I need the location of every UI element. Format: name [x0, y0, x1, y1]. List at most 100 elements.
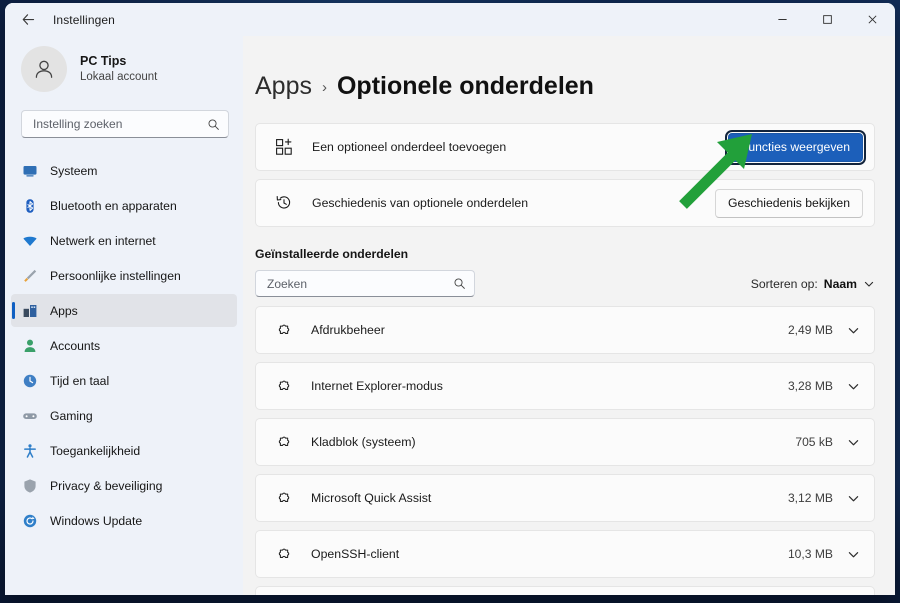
chevron-down-icon[interactable]	[847, 380, 860, 393]
account-name: PC Tips	[80, 53, 127, 68]
feature-name: Afdrukbeheer	[311, 323, 385, 337]
main-content: Apps › Optionele onderdelen Een optionee…	[243, 36, 895, 595]
add-component-icon	[273, 138, 295, 156]
puzzle-piece-icon	[273, 546, 293, 563]
sidebar-item-bluetooth-en-apparaten[interactable]: Bluetooth en apparaten	[11, 189, 237, 222]
settings-search[interactable]	[21, 110, 229, 138]
chevron-down-icon[interactable]	[847, 436, 860, 449]
list-item[interactable]: Afdrukbeheer 2,49 MB	[255, 306, 875, 354]
list-toolbar: Sorteren op: Naam	[255, 270, 875, 297]
sidebar-item-windows-update[interactable]: Windows Update	[11, 504, 237, 537]
sidebar: PC Tips Lokaal account Instelling zoeken…	[5, 36, 243, 595]
chevron-down-icon[interactable]	[847, 492, 860, 505]
close-icon	[868, 15, 877, 24]
installed-search[interactable]	[255, 270, 475, 297]
clock-globe-icon	[21, 372, 38, 389]
apps-grid-icon	[21, 302, 38, 319]
sidebar-item-systeem[interactable]: Systeem	[11, 154, 237, 187]
close-button[interactable]	[850, 3, 895, 36]
sidebar-item-label: Persoonlijke instellingen	[50, 268, 181, 283]
installed-search-input[interactable]	[267, 276, 453, 291]
sidebar-item-gaming[interactable]: Gaming	[11, 399, 237, 432]
search-icon	[454, 278, 465, 289]
installed-features-list: Afdrukbeheer 2,49 MB Internet Explorer-m…	[255, 306, 875, 595]
sidebar-item-toegankelijkheid[interactable]: Toegankelijkheid	[11, 434, 237, 467]
settings-window: Instellingen PC Tips Lokaal account Inst…	[5, 3, 895, 595]
feature-size: 3,12 MB	[787, 491, 833, 505]
list-item[interactable]: Stappenbeschrijving 1,13 MB	[255, 586, 875, 595]
update-icon	[21, 512, 38, 529]
sidebar-item-label: Toegankelijkheid	[50, 443, 141, 458]
sort-dropdown[interactable]: Sorteren op: Naam	[751, 277, 875, 291]
breadcrumb-parent[interactable]: Apps	[255, 72, 312, 101]
sort-value: Naam	[823, 276, 857, 291]
card-label: Geschiedenis van optionele onderdelen	[312, 196, 529, 210]
list-item[interactable]: Microsoft Quick Assist 3,12 MB	[255, 474, 875, 522]
list-item[interactable]: Internet Explorer-modus 3,28 MB	[255, 362, 875, 410]
list-item[interactable]: Kladblok (systeem) 705 kB	[255, 418, 875, 466]
view-features-button[interactable]: Functies weergeven	[724, 129, 867, 165]
search-icon	[208, 119, 219, 130]
feature-size: 705 kB	[795, 435, 833, 449]
section-title: Geïnstalleerde onderdelen	[255, 247, 409, 261]
history-clock-icon	[273, 194, 295, 212]
accessibility-icon	[21, 442, 38, 459]
feature-size: 3,28 MB	[787, 379, 833, 393]
sidebar-item-netwerk-en-internet[interactable]: Netwerk en internet	[11, 224, 237, 257]
feature-name: Internet Explorer-modus	[311, 379, 443, 393]
feature-size: 10,3 MB	[787, 547, 833, 561]
add-optional-feature-card: Een optioneel onderdeel toevoegen Functi…	[255, 123, 875, 171]
sidebar-item-accounts[interactable]: Accounts	[11, 329, 237, 362]
avatar	[21, 46, 67, 92]
puzzle-piece-icon	[273, 434, 293, 451]
sidebar-item-label: Systeem	[50, 163, 98, 178]
sidebar-item-privacy-beveiliging[interactable]: Privacy & beveiliging	[11, 469, 237, 502]
action-cards: Een optioneel onderdeel toevoegen Functi…	[255, 123, 875, 227]
bluetooth-icon	[21, 197, 38, 214]
chevron-down-icon[interactable]	[847, 548, 860, 561]
shield-icon	[21, 477, 38, 494]
breadcrumb-separator-icon: ›	[321, 79, 327, 96]
puzzle-piece-icon	[273, 378, 293, 395]
view-history-button[interactable]: Geschiedenis bekijken	[715, 188, 863, 218]
sidebar-item-apps[interactable]: Apps	[11, 294, 237, 327]
app-title: Instellingen	[53, 12, 115, 27]
window-controls	[760, 3, 895, 36]
back-button[interactable]	[13, 5, 43, 35]
sidebar-item-label: Apps	[50, 303, 78, 318]
sidebar-item-label: Privacy & beveiliging	[50, 478, 163, 493]
account-subtitle: Lokaal account	[80, 70, 158, 83]
list-item[interactable]: OpenSSH-client 10,3 MB	[255, 530, 875, 578]
optional-features-history-card: Geschiedenis van optionele onderdelen Ge…	[255, 179, 875, 227]
maximize-icon	[823, 15, 832, 24]
sidebar-nav: Systeem Bluetooth en apparaten Netwerk e…	[5, 154, 243, 539]
sidebar-item-tijd-en-taal[interactable]: Tijd en taal	[11, 364, 237, 397]
user-avatar-icon	[35, 60, 53, 78]
puzzle-piece-icon	[273, 490, 293, 507]
feature-name: Microsoft Quick Assist	[311, 491, 432, 505]
monitor-icon	[21, 162, 38, 179]
maximize-button[interactable]	[805, 3, 850, 36]
card-label: Een optioneel onderdeel toevoegen	[312, 140, 507, 154]
puzzle-piece-icon	[273, 322, 293, 339]
minimize-icon	[778, 19, 787, 20]
sidebar-item-persoonlijke-instellingen[interactable]: Persoonlijke instellingen	[11, 259, 237, 292]
paintbrush-icon	[21, 267, 38, 284]
sidebar-item-label: Accounts	[50, 338, 101, 353]
feature-name: OpenSSH-client	[311, 547, 400, 561]
page-title: Optionele onderdelen	[336, 72, 594, 100]
chevron-down-icon	[864, 281, 874, 287]
sort-label: Sorteren op:	[750, 276, 818, 291]
sidebar-item-label: Windows Update	[50, 513, 143, 528]
search-input[interactable]	[33, 117, 207, 131]
account-card[interactable]: PC Tips Lokaal account	[21, 46, 243, 92]
sidebar-item-label: Gaming	[50, 408, 93, 423]
sidebar-item-label: Tijd en taal	[50, 373, 110, 388]
wifi-icon	[21, 232, 38, 249]
feature-name: Kladblok (systeem)	[311, 435, 416, 449]
title-bar: Instellingen	[5, 3, 895, 36]
minimize-button[interactable]	[760, 3, 805, 36]
chevron-down-icon[interactable]	[847, 324, 860, 337]
sidebar-item-label: Bluetooth en apparaten	[50, 198, 177, 213]
sidebar-item-label: Netwerk en internet	[50, 233, 156, 248]
